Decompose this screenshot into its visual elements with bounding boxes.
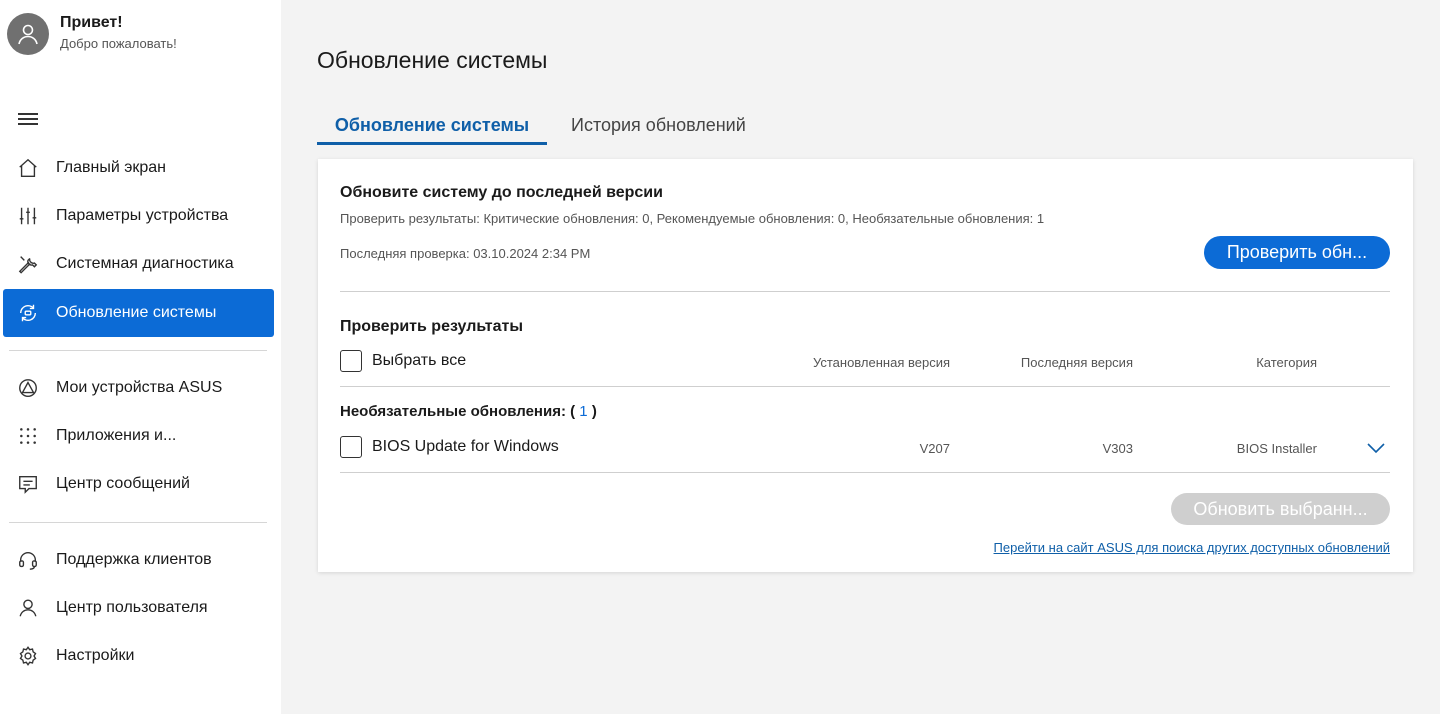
select-all-checkbox[interactable] [340,350,362,372]
divider [340,386,1390,387]
headset-icon [16,548,40,572]
sidebar-item-asus-devices[interactable]: Мои устройства ASUS [3,364,274,412]
gear-icon [16,644,40,668]
page-title: Обновление системы [317,47,548,73]
column-latest-version: Последняя версия [1020,355,1133,370]
last-check-text: Последняя проверка: 03.10.2024 2:34 PM [340,246,591,261]
results-title: Проверить результаты [340,318,524,335]
sidebar-item-diagnostics[interactable]: Системная диагностика [3,240,274,288]
divider [340,291,1390,292]
apps-grid-icon [16,424,40,448]
update-installed-version: V207 [919,441,950,456]
update-name: BIOS Update for Windows [372,438,559,455]
sidebar-item-home[interactable]: Главный экран [3,144,274,192]
chevron-down-icon[interactable] [1366,441,1386,455]
card-title: Обновите систему до последней версии [340,184,663,201]
optional-updates-count: 1 [579,403,588,420]
sidebar-item-label: Параметры устройства [56,207,229,224]
select-all-label: Выбрать все [372,352,467,369]
menu-icon[interactable] [18,113,38,129]
sidebar-item-support[interactable]: Поддержка клиентов [3,536,274,584]
sidebar-item-label: Системная диагностика [56,255,234,272]
update-category: BIOS Installer [1236,441,1317,456]
user-icon [16,596,40,620]
wrench-icon [16,252,40,276]
sidebar-item-label: Мои устройства ASUS [56,379,223,396]
check-results-summary: Проверить результаты: Критические обновл… [340,211,1045,226]
sidebar-item-system-update[interactable]: Обновление системы [3,289,274,337]
asus-website-link[interactable]: Перейти на сайт ASUS для поиска других д… [994,540,1390,555]
sidebar-divider [9,522,267,523]
home-icon [16,156,40,180]
system-update-icon [16,301,40,325]
update-row-checkbox[interactable] [340,436,362,458]
sliders-icon [16,204,40,228]
update-latest-version: V303 [1102,441,1133,456]
profile[interactable]: Привет! Добро пожаловать! [7,13,177,55]
sidebar-item-label: Центр пользователя [56,599,208,616]
optional-updates-label: Необязательные обновления: ( [340,403,576,420]
tab-update-history[interactable]: История обновлений [571,115,746,145]
sidebar-item-settings[interactable]: Настройки [3,632,274,680]
asus-devices-icon [16,376,40,400]
sidebar-item-label: Центр сообщений [56,475,190,492]
column-category: Категория [1256,355,1317,370]
tab-system-update[interactable]: Обновление системы [317,115,547,145]
sidebar-item-label: Настройки [56,647,135,664]
avatar[interactable] [7,13,49,55]
divider [340,472,1390,473]
sidebar: Привет! Добро пожаловать! Главный экран … [0,0,281,714]
sidebar-item-label: Главный экран [56,159,167,176]
message-icon [16,472,40,496]
sidebar-item-apps[interactable]: Приложения и... [3,412,274,460]
sidebar-item-label: Поддержка клиентов [56,551,212,568]
update-card: Обновите систему до последней версии Про… [318,159,1413,572]
welcome-text: Добро пожаловать! [60,36,177,51]
sidebar-item-message-center[interactable]: Центр сообщений [3,460,274,508]
sidebar-item-label: Приложения и... [56,427,177,444]
sidebar-item-label: Обновление системы [56,304,217,321]
user-avatar-icon [18,24,38,45]
sidebar-item-user-center[interactable]: Центр пользователя [3,584,274,632]
optional-updates-close: ) [591,403,597,420]
sidebar-divider [9,350,267,351]
sidebar-item-device-settings[interactable]: Параметры устройства [3,192,274,240]
greeting-text: Привет! [60,14,123,31]
column-installed-version: Установленная версия [812,355,950,370]
check-updates-button[interactable]: Проверить обн... [1204,236,1390,269]
update-selected-button[interactable]: Обновить выбранн... [1171,493,1390,525]
optional-updates-title: Необязательные обновления: ( 1 ) [340,403,597,420]
